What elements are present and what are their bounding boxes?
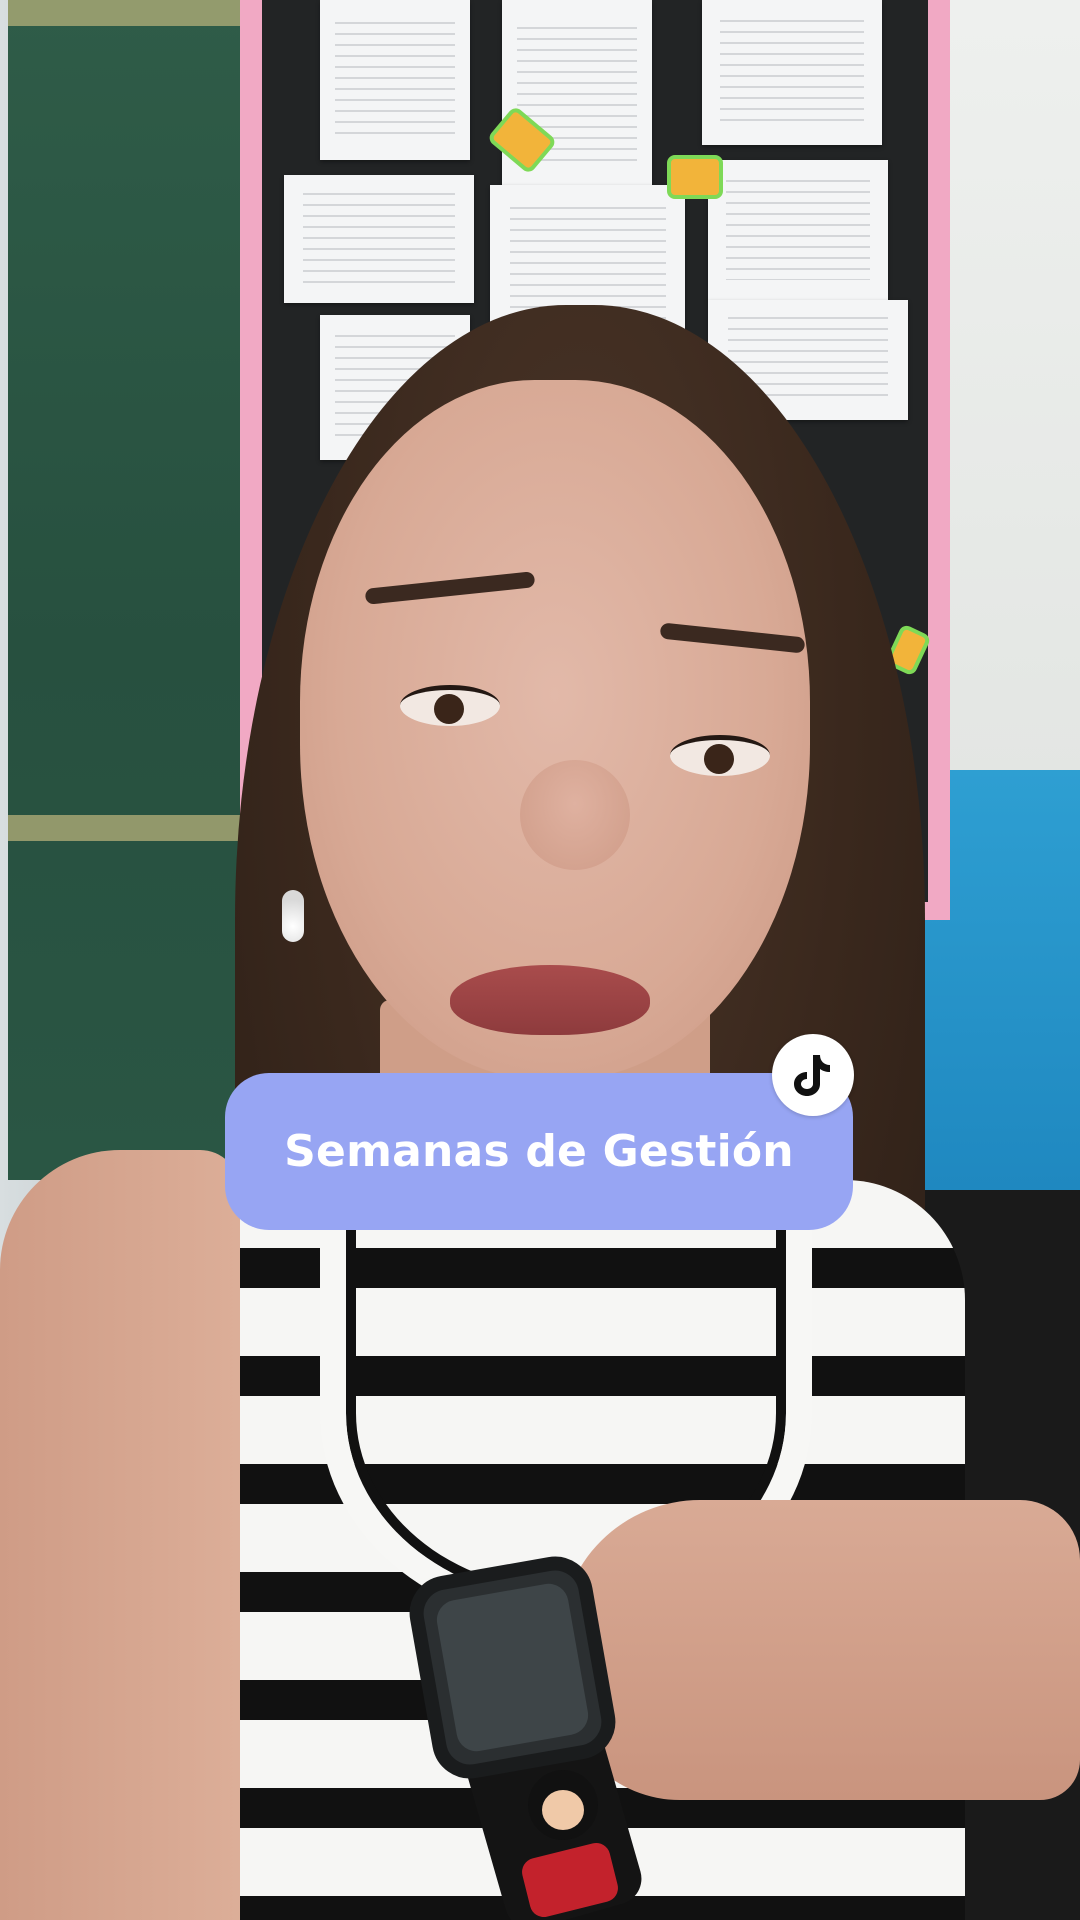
video-frame: Semanas de Gestión [0,0,1080,1920]
eye-left [400,685,500,726]
mickey-band-print [528,1770,598,1840]
board-paper [708,160,888,300]
sticker [667,155,723,199]
board-paper [702,0,882,145]
earring [282,890,304,942]
background-scene [0,0,1080,1920]
chalkboard-stripe [8,815,273,841]
tiktok-icon [794,1055,830,1096]
title-overlay: Semanas de Gestión [225,1073,853,1230]
arm-left [0,1150,240,1920]
arm-right [560,1500,1080,1800]
eye-right [670,735,770,776]
board-paper [284,175,474,303]
tiktok-badge[interactable] [772,1034,854,1116]
board-paper [320,0,470,160]
title-text: Semanas de Gestión [284,1126,794,1177]
nose [520,760,630,870]
chalkboard-stripe [8,0,273,26]
lips [450,965,650,1035]
smartwatch [403,1550,622,1785]
